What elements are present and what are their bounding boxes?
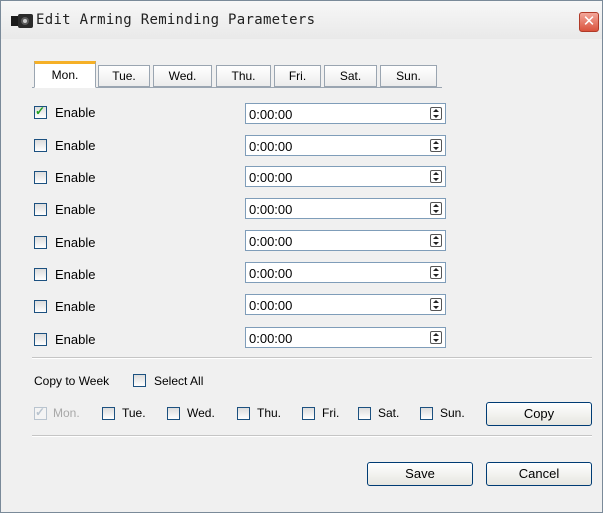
tab-label: Wed. xyxy=(168,69,197,83)
copy-tue-label: Tue. xyxy=(122,406,146,420)
tab-label: Fri. xyxy=(288,69,307,83)
cancel-button-label: Cancel xyxy=(518,466,560,481)
select-all-label: Select All xyxy=(154,374,204,388)
tab-wed[interactable]: Wed. xyxy=(153,65,212,87)
spin-arrows-icon[interactable] xyxy=(430,202,442,215)
enable-label: Enable xyxy=(55,267,96,282)
time-input[interactable]: 0:00:00 xyxy=(245,166,446,187)
time-value: 0:00:00 xyxy=(249,298,293,313)
time-input[interactable]: 0:00:00 xyxy=(245,135,446,156)
time-value: 0:00:00 xyxy=(249,234,293,249)
copy-sat-label: Sat. xyxy=(378,406,400,420)
copy-button-label: Copy xyxy=(523,406,555,421)
enable-label: Enable xyxy=(55,105,96,120)
camera-icon xyxy=(11,14,33,28)
save-button[interactable]: Save xyxy=(367,462,473,486)
enable-checkbox[interactable] xyxy=(34,104,47,119)
time-input[interactable]: 0:00:00 xyxy=(245,230,446,251)
copy-thu-checkbox[interactable] xyxy=(237,407,250,420)
window-title: Edit Arming Reminding Parameters xyxy=(36,12,316,28)
enable-checkbox[interactable] xyxy=(34,300,47,313)
close-icon: ✕ xyxy=(582,13,596,30)
save-button-label: Save xyxy=(405,466,435,481)
tab-sun[interactable]: Sun. xyxy=(380,65,437,87)
tab-thu[interactable]: Thu. xyxy=(216,65,271,87)
tab-sat[interactable]: Sat. xyxy=(324,65,377,87)
copy-tue-checkbox[interactable] xyxy=(102,407,115,420)
cancel-button[interactable]: Cancel xyxy=(486,462,592,486)
copy-button[interactable]: Copy xyxy=(486,402,592,426)
time-value: 0:00:00 xyxy=(249,202,293,217)
time-input[interactable]: 0:00:00 xyxy=(245,294,446,315)
enable-label: Enable xyxy=(55,235,96,250)
enable-checkbox[interactable] xyxy=(34,236,47,249)
time-value: 0:00:00 xyxy=(249,107,293,122)
tab-label: Tue. xyxy=(112,69,136,83)
copy-mon-label: Mon. xyxy=(53,406,80,420)
time-input[interactable]: 0:00:00 xyxy=(245,103,446,124)
spin-arrows-icon[interactable] xyxy=(430,170,442,183)
spin-arrows-icon[interactable] xyxy=(430,139,442,152)
time-value: 0:00:00 xyxy=(249,331,293,346)
time-input[interactable]: 0:00:00 xyxy=(245,262,446,283)
copy-fri-label: Fri. xyxy=(322,406,340,420)
enable-label: Enable xyxy=(55,332,96,347)
edit-arming-dialog: Edit Arming Reminding Parameters ✕ Mon. … xyxy=(0,0,603,513)
enable-checkbox[interactable] xyxy=(34,203,47,216)
copy-wed-checkbox[interactable] xyxy=(167,407,180,420)
enable-label: Enable xyxy=(55,299,96,314)
spin-arrows-icon[interactable] xyxy=(430,298,442,311)
select-all-checkbox[interactable] xyxy=(133,374,146,387)
enable-label: Enable xyxy=(55,138,96,153)
copy-mon-checkbox xyxy=(34,405,47,420)
title-bar[interactable]: Edit Arming Reminding Parameters ✕ xyxy=(1,1,602,39)
copy-thu-label: Thu. xyxy=(257,406,282,420)
spin-arrows-icon[interactable] xyxy=(430,331,442,344)
tab-fri[interactable]: Fri. xyxy=(274,65,321,87)
time-value: 0:00:00 xyxy=(249,266,293,281)
copy-fri-checkbox[interactable] xyxy=(302,407,315,420)
enable-checkbox[interactable] xyxy=(34,171,47,184)
time-input[interactable]: 0:00:00 xyxy=(245,198,446,219)
tab-mon[interactable]: Mon. xyxy=(34,61,96,88)
copy-sun-label: Sun. xyxy=(440,406,465,420)
spin-arrows-icon[interactable] xyxy=(430,107,442,120)
enable-label: Enable xyxy=(55,202,96,217)
enable-checkbox[interactable] xyxy=(34,139,47,152)
copy-wed-label: Wed. xyxy=(187,406,215,420)
enable-checkbox[interactable] xyxy=(34,333,47,346)
tab-label: Sun. xyxy=(396,69,421,83)
enable-label: Enable xyxy=(55,170,96,185)
time-value: 0:00:00 xyxy=(249,170,293,185)
divider xyxy=(32,357,592,359)
tab-label: Mon. xyxy=(51,68,79,82)
copy-sat-checkbox[interactable] xyxy=(358,407,371,420)
copy-sun-checkbox[interactable] xyxy=(420,407,433,420)
divider xyxy=(32,435,592,437)
copy-to-week-label: Copy to Week xyxy=(34,374,110,388)
time-input[interactable]: 0:00:00 xyxy=(245,327,446,348)
tab-tue[interactable]: Tue. xyxy=(98,65,150,87)
close-button[interactable]: ✕ xyxy=(579,12,599,32)
spin-arrows-icon[interactable] xyxy=(430,266,442,279)
tab-label: Thu. xyxy=(231,69,256,83)
spin-arrows-icon[interactable] xyxy=(430,234,442,247)
enable-checkbox[interactable] xyxy=(34,268,47,281)
time-value: 0:00:00 xyxy=(249,139,293,154)
tab-label: Sat. xyxy=(339,69,362,83)
